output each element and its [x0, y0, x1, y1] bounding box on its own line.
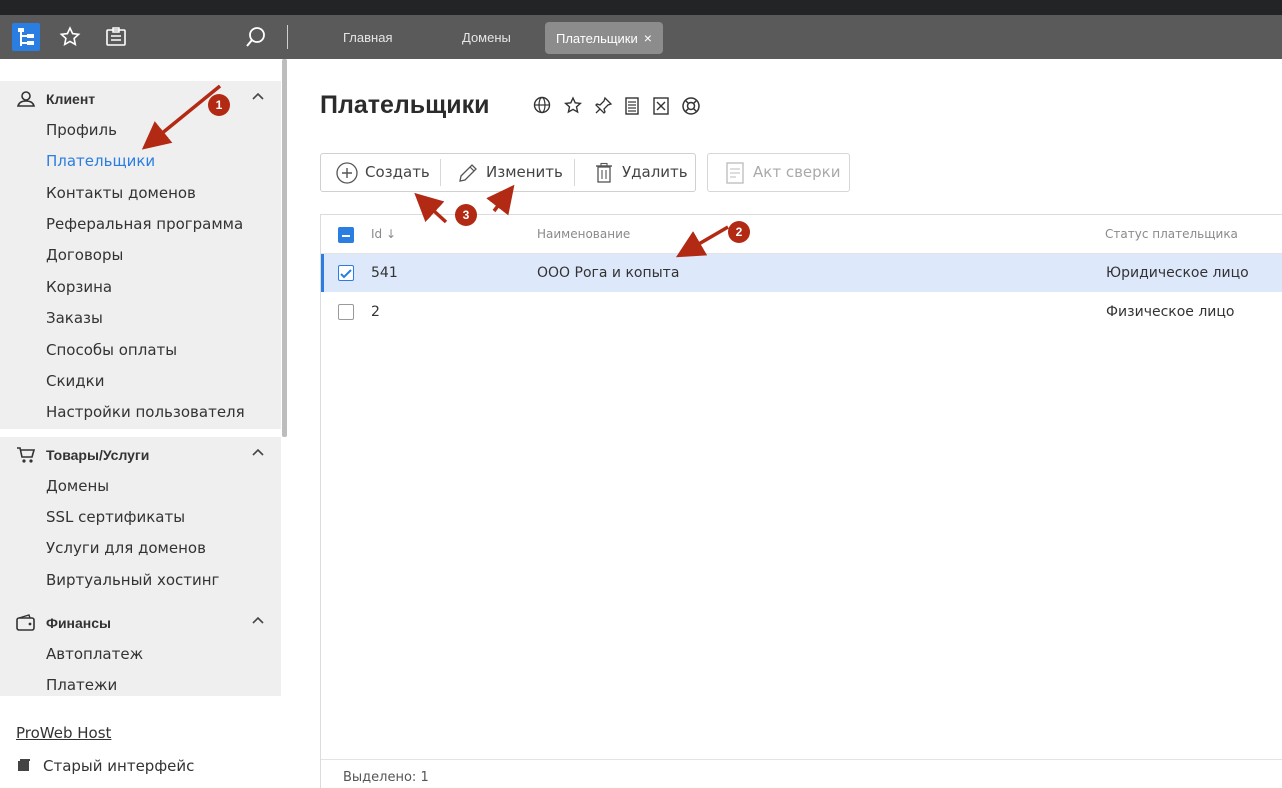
- tab-label: Главная: [343, 30, 393, 45]
- edit-button-label: Изменить: [486, 163, 563, 181]
- sidebar-item-ssl[interactable]: SSL сертификаты: [46, 508, 185, 526]
- toolbar-divider: [440, 159, 441, 186]
- sidebar: Клиент Профиль Плательщики Контакты доме…: [0, 59, 287, 788]
- chevron-up-icon[interactable]: [250, 613, 266, 629]
- cell-status: Юридическое лицо: [1106, 265, 1249, 281]
- checkmark-icon: [340, 269, 352, 279]
- sidebar-item-cart[interactable]: Корзина: [46, 278, 112, 296]
- wallet-icon: [16, 614, 35, 631]
- sidebar-item-domain-services[interactable]: Услуги для доменов: [46, 539, 206, 557]
- favorite-star-icon[interactable]: [563, 96, 583, 116]
- delete-button[interactable]: Удалить: [593, 154, 693, 191]
- favorites-star-icon[interactable]: [58, 25, 82, 49]
- reconciliation-act-button[interactable]: Акт сверки: [707, 153, 850, 192]
- main-content: Плательщики Создать Изменить Удалить Акт…: [287, 59, 1282, 788]
- old-interface-label: Старый интерфейс: [43, 757, 195, 775]
- sidebar-item-user-settings[interactable]: Настройки пользователя: [46, 403, 245, 421]
- document-icon: [726, 162, 744, 184]
- sidebar-item-hosting[interactable]: Виртуальный хостинг: [46, 571, 219, 589]
- trash-icon: [596, 162, 612, 183]
- cell-id: 541: [371, 265, 398, 281]
- document-list-icon[interactable]: [622, 96, 642, 116]
- tab-domains[interactable]: Домены: [451, 22, 522, 54]
- proweb-host-link[interactable]: ProWeb Host: [16, 724, 111, 742]
- column-header-label: Id: [371, 227, 383, 241]
- tab-main[interactable]: Главная: [332, 22, 403, 54]
- create-button-label: Создать: [365, 163, 430, 181]
- sidebar-item-referral[interactable]: Реферальная программа: [46, 215, 243, 233]
- table-footer: Выделено: 1: [321, 759, 1282, 788]
- help-lifebuoy-icon[interactable]: [681, 96, 701, 116]
- selected-count: Выделено: 1: [343, 770, 429, 785]
- table-row[interactable]: 541 ООО Рога и копыта Юридическое лицо: [321, 254, 1282, 292]
- delete-button-label: Удалить: [622, 163, 688, 181]
- chevron-up-icon[interactable]: [250, 445, 266, 461]
- row-checkbox[interactable]: [338, 304, 354, 320]
- globe-icon[interactable]: [533, 96, 553, 116]
- payers-table: Id ↓ Наименование Статус плательщика 541…: [320, 214, 1282, 788]
- edit-button[interactable]: Изменить: [457, 154, 577, 191]
- pin-icon[interactable]: [593, 96, 613, 116]
- cart-icon: [17, 447, 36, 463]
- tab-label: Домены: [462, 30, 511, 45]
- sidebar-item-autopay[interactable]: Автоплатеж: [46, 645, 143, 663]
- page-title: Плательщики: [320, 91, 490, 119]
- sidebar-item-payments[interactable]: Платежи: [46, 676, 117, 694]
- topbar-divider: [287, 25, 288, 49]
- column-header-status[interactable]: Статус плательщика: [1105, 227, 1238, 241]
- annotation-badge-1: 1: [208, 94, 230, 116]
- row-checkbox[interactable]: [338, 265, 354, 281]
- sidebar-item-domains[interactable]: Домены: [46, 477, 109, 495]
- pencil-icon: [459, 164, 477, 182]
- reconciliation-act-label: Акт сверки: [753, 163, 841, 181]
- sidebar-item-contracts[interactable]: Договоры: [46, 246, 123, 264]
- sidebar-item-payment-methods[interactable]: Способы оплаты: [46, 341, 177, 359]
- excel-export-icon[interactable]: [651, 96, 671, 116]
- select-all-checkbox[interactable]: [338, 227, 354, 243]
- app-logo-icon[interactable]: [12, 23, 40, 51]
- sidebar-group-client: Клиент Профиль Плательщики Контакты доме…: [0, 81, 281, 429]
- search-icon[interactable]: [244, 25, 268, 49]
- clipboard-list-icon[interactable]: [104, 25, 128, 49]
- sort-arrow-icon: ↓: [385, 227, 397, 241]
- sidebar-item-discounts[interactable]: Скидки: [46, 372, 104, 390]
- old-interface-icon: [18, 759, 30, 771]
- cell-status: Физическое лицо: [1106, 304, 1235, 320]
- sidebar-item-profile[interactable]: Профиль: [46, 121, 117, 139]
- table-row[interactable]: 2 Физическое лицо: [321, 293, 1282, 331]
- plus-circle-icon: [336, 162, 358, 184]
- tab-payers[interactable]: Плательщики ×: [545, 22, 663, 54]
- close-tab-icon[interactable]: ×: [644, 30, 652, 46]
- column-header-name[interactable]: Наименование: [537, 227, 630, 241]
- sidebar-group-title: Клиент: [46, 91, 96, 107]
- toolbar: Создать Изменить Удалить: [320, 153, 696, 192]
- sidebar-item-orders[interactable]: Заказы: [46, 309, 103, 327]
- annotation-badge-2: 2: [728, 221, 750, 243]
- cell-id: 2: [371, 304, 380, 320]
- sidebar-group-title: Товары/Услуги: [46, 447, 150, 463]
- create-button[interactable]: Создать: [336, 154, 441, 191]
- window-top-strip: [0, 0, 1282, 15]
- sidebar-item-payers[interactable]: Плательщики: [46, 152, 155, 170]
- toolbar-divider: [574, 159, 575, 186]
- chevron-up-icon[interactable]: [250, 89, 266, 105]
- sidebar-group-finance: Финансы Автоплатеж Платежи: [0, 605, 281, 696]
- top-bar: Главная Домены Плательщики ×: [0, 15, 1282, 59]
- annotation-badge-3: 3: [455, 204, 477, 226]
- sidebar-item-domain-contacts[interactable]: Контакты доменов: [46, 184, 196, 202]
- tab-label: Плательщики: [556, 31, 638, 46]
- minus-icon: [342, 235, 350, 237]
- cell-name: ООО Рога и копыта: [537, 265, 680, 281]
- user-icon: [16, 91, 36, 107]
- sidebar-group-title: Финансы: [46, 615, 111, 631]
- column-header-id[interactable]: Id ↓: [371, 227, 396, 241]
